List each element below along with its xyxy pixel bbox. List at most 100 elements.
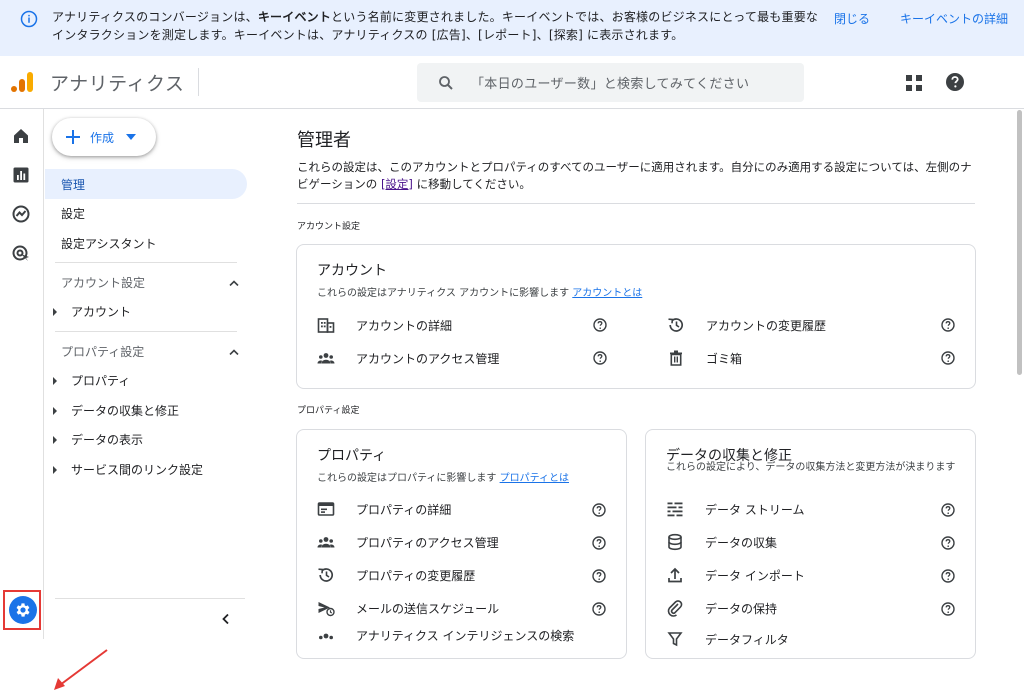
help-icon[interactable] [592,536,606,550]
property-help-link[interactable]: プロパティとは [500,473,569,484]
search-icon [437,74,455,92]
data-collection-card-subtitle: これらの設定により、データの収集方法と変更方法が決まります [666,462,956,473]
property-access-link[interactable]: プロパティのアクセス管理 [317,533,499,551]
data-collection-link[interactable]: データの収集 [666,533,777,551]
nav-item-settings[interactable]: 設定 [45,198,247,228]
banner-details-link[interactable]: キーイベントの詳細 [900,10,1008,27]
nav-divider [55,331,237,332]
announcement-banner: アナリティクスのコンバージョンは、キーイベントという名前に変更されました。キーイ… [0,0,1024,56]
nav-divider [55,262,237,263]
admin-highlight-box [3,590,41,630]
property-card-subtitle: これらの設定はプロパティに影響します プロパティとは [317,473,569,484]
plus-icon [66,130,80,144]
property-settings-label: プロパティ設定 [297,406,360,416]
nav-item-account[interactable]: アカウント [53,303,131,320]
scrollbar[interactable] [1017,110,1022,375]
admin-nav: 作成 管理 設定 設定アシスタント アカウント設定 アカウント プロパティ設定 … [45,109,255,639]
expand-arrow-icon [53,307,57,316]
upload-icon [668,567,682,583]
page-title: 管理者 [297,130,351,151]
help-icon[interactable] [941,503,955,517]
expand-arrow-icon [53,435,57,444]
settings-link[interactable]: [設定] [381,177,413,191]
search-box[interactable]: 「本日のユーザー数」と検索してみてください [417,63,804,102]
property-settings-section[interactable]: プロパティ設定 [61,343,239,360]
page-description: これらの設定は、このアカウントとプロパティのすべてのユーザーに適用されます。自分… [297,160,972,191]
account-access-link[interactable]: アカウントのアクセス管理 [317,349,499,367]
collapse-nav-icon[interactable] [220,613,232,625]
explore-icon[interactable] [11,204,31,224]
scheduled-send-icon [318,602,335,617]
trash-link[interactable]: ゴミ箱 [667,349,742,367]
email-schedule-link[interactable]: メールの送信スケジュール [317,599,499,617]
property-change-history-link[interactable]: プロパティの変更履歴 [317,566,475,584]
help-icon[interactable] [941,318,955,332]
reports-icon[interactable] [11,165,31,185]
help-icon[interactable] [593,318,607,332]
people-icon [317,353,335,364]
chevron-down-icon [126,134,137,140]
account-settings-label: アカウント設定 [297,222,361,232]
top-bar: アナリティクス 「本日のユーザー数」と検索してみてください [0,56,1024,109]
help-icon[interactable] [941,351,955,365]
help-icon[interactable] [592,569,606,583]
nav-item-setup-assistant[interactable]: 設定アシスタント [45,228,247,258]
home-icon[interactable] [11,126,31,146]
help-icon[interactable] [945,72,965,92]
paperclip-icon [667,600,683,617]
help-icon[interactable] [592,602,606,616]
people-icon [317,537,335,548]
data-collection-card: データの収集と修正 これらの設定により、データの収集方法と変更方法が決まります … [645,429,976,659]
admin-main: 管理者 これらの設定は、このアカウントとプロパティのすべてのユーザーに適用されま… [257,109,1024,659]
info-icon [20,10,38,28]
property-details-link[interactable]: プロパティの詳細 [317,500,451,518]
banner-close-link[interactable]: 閉じる [834,10,870,27]
database-icon [668,533,682,551]
search-placeholder: 「本日のユーザー数」と検索してみてください [471,77,750,92]
nav-item-data-collection[interactable]: データの収集と修正 [53,402,179,419]
expand-arrow-icon [53,465,57,474]
header-divider [198,68,200,96]
data-filters-link[interactable]: データフィルタ [666,630,789,648]
help-icon[interactable] [593,351,607,365]
account-change-history-link[interactable]: アカウントの変更履歴 [667,316,826,334]
details-icon [317,502,335,516]
section-divider [297,203,975,204]
account-help-link[interactable]: アカウントとは [572,288,642,299]
analytics-logo-icon[interactable] [10,70,34,94]
people-icon [319,633,333,640]
nav-item-admin[interactable]: 管理 [45,169,247,199]
property-card-title: プロパティ [317,448,387,464]
expand-arrow-icon [53,376,57,385]
help-icon[interactable] [941,569,955,583]
history-icon [668,318,684,332]
apps-grid-icon[interactable] [905,74,923,92]
chevron-up-icon [229,348,239,355]
nav-item-property[interactable]: プロパティ [53,372,130,389]
intelligence-search-link[interactable]: アナリティクス インテリジェンスの検索 [317,626,574,644]
property-card: プロパティ これらの設定はプロパティに影響します プロパティとは プロパティの詳… [296,429,627,659]
banner-message: アナリティクスのコンバージョンは、キーイベントという名前に変更されました。キーイ… [52,10,819,42]
product-name: アナリティクス [50,72,185,95]
account-card-subtitle: これらの設定はアナリティクス アカウントに影響します アカウントとは [317,288,643,299]
nav-item-data-display[interactable]: データの表示 [53,431,143,448]
gear-icon[interactable] [9,596,37,624]
data-retention-link[interactable]: データの保持 [666,599,777,617]
nav-divider [55,598,245,599]
data-streams-icon [667,502,683,517]
data-streams-link[interactable]: データ ストリーム [666,500,804,518]
advertising-icon[interactable] [11,244,31,264]
building-icon [317,318,335,333]
property-settings-heading: プロパティ設定 [61,345,145,359]
data-import-link[interactable]: データ インポート [666,566,805,584]
account-settings-heading: アカウント設定 [61,276,146,290]
pointer-arrow [54,649,108,690]
account-settings-section[interactable]: アカウント設定 [61,274,239,291]
trash-icon [670,350,682,366]
help-icon[interactable] [592,503,606,517]
help-icon[interactable] [941,536,955,550]
account-details-link[interactable]: アカウントの詳細 [317,316,452,334]
nav-item-product-links[interactable]: サービス間のリンク設定 [53,461,203,478]
create-button[interactable]: 作成 [52,118,156,156]
help-icon[interactable] [941,602,955,616]
